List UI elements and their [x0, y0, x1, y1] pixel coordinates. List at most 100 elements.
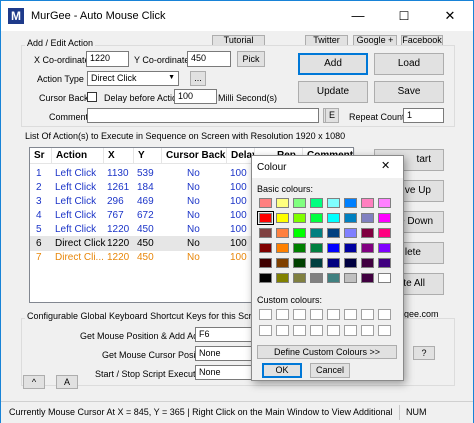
column-header-y[interactable]: Y	[134, 148, 162, 164]
colour-swatch[interactable]	[259, 198, 272, 208]
get-cursor-shortcut[interactable]: None	[195, 346, 255, 361]
colour-swatch[interactable]	[361, 228, 374, 238]
colour-swatch[interactable]	[378, 273, 391, 283]
colour-swatch[interactable]	[293, 243, 306, 253]
colour-swatch[interactable]	[327, 258, 340, 268]
custom-colour-slot[interactable]	[259, 309, 272, 320]
cancel-button[interactable]: Cancel	[310, 363, 350, 378]
colour-swatch[interactable]	[276, 213, 289, 223]
cursor-back-checkbox[interactable]	[87, 92, 97, 102]
colour-swatch[interactable]	[361, 213, 374, 223]
custom-colour-slot[interactable]	[327, 325, 340, 336]
colour-swatch[interactable]	[257, 211, 274, 225]
custom-colour-slot[interactable]	[310, 309, 323, 320]
action-type-select[interactable]: Direct Click ▼	[87, 71, 179, 86]
colour-swatch[interactable]	[276, 243, 289, 253]
colour-swatch[interactable]	[378, 258, 391, 268]
colour-swatch[interactable]	[327, 213, 340, 223]
custom-colour-slot[interactable]	[361, 325, 374, 336]
colour-swatch[interactable]	[344, 198, 357, 208]
collapse-button[interactable]: ^	[23, 375, 45, 389]
colour-swatch[interactable]	[293, 213, 306, 223]
custom-colour-slot[interactable]	[276, 309, 289, 320]
colour-swatch[interactable]	[310, 198, 323, 208]
colour-swatch[interactable]	[276, 228, 289, 238]
more-options-button[interactable]: ...	[190, 71, 206, 86]
add-button[interactable]: Add	[298, 53, 368, 75]
colour-swatch[interactable]	[361, 243, 374, 253]
colour-swatch[interactable]	[327, 273, 340, 283]
x-coordinate-input[interactable]: 1220	[86, 51, 129, 67]
colour-swatch[interactable]	[293, 273, 306, 283]
column-header-action[interactable]: Action	[52, 148, 104, 164]
colour-swatch[interactable]	[259, 228, 272, 238]
colour-swatch[interactable]	[361, 198, 374, 208]
colour-dialog-titlebar[interactable]: Colour ✕	[252, 156, 403, 178]
e-button[interactable]: E	[325, 108, 339, 123]
colour-swatch[interactable]	[310, 258, 323, 268]
colour-swatch[interactable]	[276, 273, 289, 283]
colour-swatch[interactable]	[276, 198, 289, 208]
colour-swatch[interactable]	[293, 258, 306, 268]
colour-swatch[interactable]	[293, 228, 306, 238]
colour-swatch[interactable]	[310, 243, 323, 253]
custom-colour-slot[interactable]	[259, 325, 272, 336]
colour-swatch[interactable]	[344, 243, 357, 253]
start-stop-shortcut[interactable]: None	[195, 365, 255, 380]
define-custom-colours-button[interactable]: Define Custom Colours >>	[257, 345, 397, 359]
colour-swatch[interactable]	[293, 198, 306, 208]
column-header-x[interactable]: X	[104, 148, 134, 164]
y-coordinate-input[interactable]: 450	[187, 51, 231, 67]
custom-colour-slot[interactable]	[378, 325, 391, 336]
update-button[interactable]: Update	[298, 81, 368, 103]
comment-input[interactable]	[87, 108, 319, 123]
colour-swatch[interactable]	[344, 213, 357, 223]
get-position-shortcut[interactable]: F6	[195, 327, 255, 342]
delay-input[interactable]: 100	[174, 89, 217, 104]
column-header-cursor-back[interactable]: Cursor Back	[162, 148, 227, 164]
colour-swatch[interactable]	[361, 273, 374, 283]
pick-button[interactable]: Pick	[237, 51, 265, 67]
colour-swatch[interactable]	[378, 243, 391, 253]
colour-swatch[interactable]	[327, 243, 340, 253]
close-icon[interactable]: ✕	[381, 159, 390, 172]
colour-swatch[interactable]	[310, 228, 323, 238]
colour-swatch[interactable]	[276, 258, 289, 268]
colour-swatch[interactable]	[344, 273, 357, 283]
colour-swatch[interactable]	[310, 273, 323, 283]
colour-swatch[interactable]	[259, 258, 272, 268]
repeat-count-input[interactable]: 1	[403, 108, 444, 123]
custom-colour-slot[interactable]	[310, 325, 323, 336]
custom-colour-slot[interactable]	[327, 309, 340, 320]
custom-colour-slot[interactable]	[378, 309, 391, 320]
colour-dialog[interactable]: Colour ✕ Basic colours: Custom colours: …	[251, 155, 404, 381]
custom-colour-slot[interactable]	[293, 325, 306, 336]
a-button[interactable]: A	[56, 375, 78, 389]
title-bar[interactable]: M MurGee - Auto Mouse Click — ☐ ✕	[1, 1, 473, 31]
colour-swatch[interactable]	[344, 258, 357, 268]
colour-swatch[interactable]	[259, 243, 272, 253]
maximize-button[interactable]: ☐	[381, 1, 427, 31]
ok-button[interactable]: OK	[262, 363, 302, 378]
custom-colour-slot[interactable]	[276, 325, 289, 336]
column-header-sr[interactable]: Sr	[30, 148, 52, 164]
colour-swatch[interactable]	[378, 198, 391, 208]
custom-colour-slot[interactable]	[361, 309, 374, 320]
custom-colours-grid[interactable]	[257, 307, 397, 343]
load-button[interactable]: Load	[374, 53, 444, 75]
custom-colour-slot[interactable]	[293, 309, 306, 320]
save-button[interactable]: Save	[374, 81, 444, 103]
custom-colour-slot[interactable]	[344, 325, 357, 336]
custom-colour-slot[interactable]	[344, 309, 357, 320]
colour-swatch[interactable]	[327, 228, 340, 238]
close-button[interactable]: ✕	[427, 1, 473, 31]
colour-swatch[interactable]	[378, 213, 391, 223]
colour-swatch[interactable]	[310, 213, 323, 223]
colour-swatch[interactable]	[344, 228, 357, 238]
minimize-button[interactable]: —	[335, 1, 381, 31]
colour-swatch[interactable]	[259, 273, 272, 283]
colour-swatch[interactable]	[327, 198, 340, 208]
basic-colours-grid[interactable]	[257, 196, 397, 288]
colour-swatch[interactable]	[361, 258, 374, 268]
colour-swatch[interactable]	[378, 228, 391, 238]
